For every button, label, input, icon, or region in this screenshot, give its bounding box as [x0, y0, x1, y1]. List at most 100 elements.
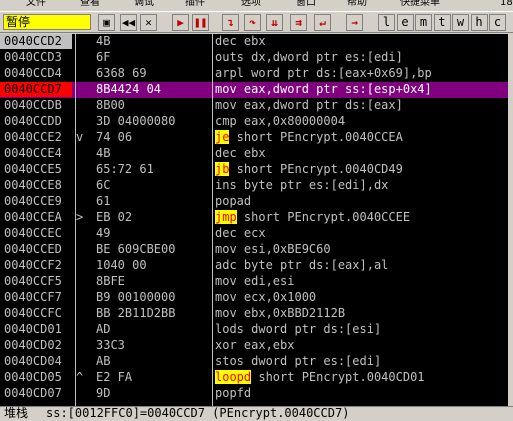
disasm-row[interactable]: 0040CCD3 6F outs dx,dword ptr es:[edi] — [0, 50, 513, 66]
row-hex-bytes[interactable]: 33C3 — [96, 338, 125, 353]
row-disassembly[interactable]: outs dx,dword ptr es:[edi] — [215, 50, 403, 65]
row-hex-bytes[interactable]: 4B — [96, 146, 110, 161]
row-hex-bytes[interactable]: 4B — [96, 34, 110, 49]
disasm-row[interactable]: 0040CCEC 49 dec ecx — [0, 226, 513, 242]
row-hex-bytes[interactable]: EB 02 — [96, 210, 132, 225]
trace-into-icon[interactable]: ⇊ — [266, 14, 283, 31]
window-button-c[interactable]: c — [489, 14, 506, 31]
row-disassembly[interactable]: lods dword ptr ds:[esi] — [215, 322, 381, 337]
row-hex-bytes[interactable]: B9 00100000 — [96, 290, 175, 305]
disasm-row[interactable]: 0040CCDD 3D 04000080 cmp eax,0x80000004 — [0, 114, 513, 130]
row-address[interactable]: 0040CD04 — [4, 354, 74, 369]
menu-item-6[interactable]: 帮助 — [347, 0, 367, 8]
disasm-row[interactable]: 0040CCD7 8B4424 04 mov eax,dword ptr ss:[e… — [0, 82, 513, 98]
row-address[interactable]: 0040CCFC — [4, 306, 74, 321]
window-button-e[interactable]: e — [396, 14, 414, 31]
row-address[interactable]: 0040CD01 — [4, 322, 74, 337]
row-disassembly[interactable]: mov ecx,0x1000 — [215, 290, 316, 305]
disasm-row[interactable]: 0040CD05 ^ E2 FA loopd short PEncrypt.0040C… — [0, 370, 513, 386]
row-hex-bytes[interactable]: 74 06 — [96, 130, 132, 145]
row-disassembly[interactable]: dec ebx — [215, 146, 266, 161]
row-address[interactable]: 0040CCF2 — [4, 258, 74, 273]
disasm-row[interactable]: 0040CCE9 61 popad — [0, 194, 513, 210]
row-disassembly[interactable]: popfd — [215, 386, 251, 401]
vertical-scrollbar[interactable] — [508, 34, 513, 406]
row-disassembly[interactable]: mov edi,esi — [215, 274, 294, 289]
row-address[interactable]: 0040CCD4 — [4, 66, 74, 81]
row-address[interactable]: 0040CCD3 — [4, 50, 74, 65]
row-address[interactable]: 0040CCDB — [4, 98, 74, 113]
row-disassembly[interactable]: ins byte ptr es:[edi],dx — [215, 178, 388, 193]
row-disassembly[interactable]: mov eax,dword ptr ss:[esp+0x4] — [215, 82, 432, 97]
row-disassembly[interactable]: popad — [215, 194, 251, 209]
menu-item-7[interactable]: 快捷菜单 — [400, 0, 440, 8]
menu-item-0[interactable]: 文件 — [26, 0, 46, 8]
disasm-row[interactable]: 0040CCE5 65:72 61 jb short PEncrypt.0040CD… — [0, 162, 513, 178]
window-button-l[interactable]: l — [378, 14, 395, 31]
row-hex-bytes[interactable]: 9D — [96, 386, 110, 401]
row-hex-bytes[interactable]: 49 — [96, 226, 110, 241]
open-icon[interactable]: ▣ — [98, 14, 115, 31]
row-address[interactable]: 0040CCEC — [4, 226, 74, 241]
row-hex-bytes[interactable]: 61 — [96, 194, 110, 209]
row-disassembly[interactable]: dec ecx — [215, 226, 266, 241]
row-disassembly[interactable]: je short PEncrypt.0040CCEA — [215, 130, 403, 145]
row-address[interactable]: 0040CCE4 — [4, 146, 74, 161]
disassembly-pane[interactable]: 0040CCD2 4B dec ebx 0040CCD3 6F outs dx,dword… — [0, 34, 513, 406]
step-over-icon[interactable]: ↷ — [244, 14, 261, 31]
disasm-row[interactable]: 0040CCED BE 609CBE00 mov esi,0xBE9C60 — [0, 242, 513, 258]
row-hex-bytes[interactable]: BB 2B11D2BB — [96, 306, 175, 321]
row-hex-bytes[interactable]: BE 609CBE00 — [96, 242, 175, 257]
disasm-row[interactable]: 0040CCFC BB 2B11D2BB mov ebx,0xBBD2112B — [0, 306, 513, 322]
row-disassembly[interactable]: mov ebx,0xBBD2112B — [215, 306, 345, 321]
row-address[interactable]: 0040CCE2 — [4, 130, 74, 145]
menu-item-1[interactable]: 查看 — [80, 0, 100, 8]
trace-over-icon[interactable]: ⇉ — [290, 14, 307, 31]
row-hex-bytes[interactable]: 6F — [96, 50, 110, 65]
row-hex-bytes[interactable]: 8B00 — [96, 98, 125, 113]
disasm-row[interactable]: 0040CCF7 B9 00100000 mov ecx,0x1000 — [0, 290, 513, 306]
goto-icon[interactable]: → — [346, 14, 363, 31]
row-address[interactable]: 0040CD02 — [4, 338, 74, 353]
row-address[interactable]: 0040CCDD — [4, 114, 74, 129]
row-disassembly[interactable]: jb short PEncrypt.0040CD49 — [215, 162, 403, 177]
row-disassembly[interactable]: dec ebx — [215, 34, 266, 49]
execute-till-return-icon[interactable]: ↵ — [314, 14, 331, 31]
disasm-row[interactable]: 0040CD02 33C3 xor eax,ebx — [0, 338, 513, 354]
row-disassembly[interactable]: cmp eax,0x80000004 — [215, 114, 345, 129]
window-button-w[interactable]: w — [452, 14, 469, 31]
window-button-h[interactable]: h — [470, 14, 488, 31]
window-button-t[interactable]: t — [433, 14, 451, 31]
row-disassembly[interactable]: xor eax,ebx — [215, 338, 294, 353]
row-address[interactable]: 0040CCF7 — [4, 290, 74, 305]
pause-icon[interactable]: ❚❚ — [192, 14, 209, 31]
row-disassembly[interactable]: loopd short PEncrypt.0040CD01 — [215, 370, 425, 385]
disasm-row[interactable]: 0040CD04 AB stos dword ptr es:[edi] — [0, 354, 513, 370]
row-hex-bytes[interactable]: 6C — [96, 178, 110, 193]
row-address[interactable]: 0040CD05 — [4, 370, 74, 385]
row-address[interactable]: 0040CCE9 — [4, 194, 74, 209]
row-hex-bytes[interactable]: 65:72 61 — [96, 162, 154, 177]
row-hex-bytes[interactable]: AB — [96, 354, 110, 369]
column-divider-address[interactable] — [75, 34, 76, 406]
row-address[interactable]: 0040CCD2 — [0, 34, 72, 49]
disasm-row[interactable]: 0040CCE4 4B dec ebx — [0, 146, 513, 162]
disasm-row[interactable]: 0040CD07 9D popfd — [0, 386, 513, 402]
disasm-row[interactable]: 0040CCE2 v 74 06 je short PEncrypt.0040CCEA — [0, 130, 513, 146]
row-address[interactable]: 0040CCE8 — [4, 178, 74, 193]
menu-item-3[interactable]: 插件 — [185, 0, 205, 8]
row-address[interactable]: 0040CCEA — [4, 210, 74, 225]
row-disassembly[interactable]: adc byte ptr ds:[eax],al — [215, 258, 388, 273]
disasm-row[interactable]: 0040CCD4 6368 69 arpl word ptr ds:[eax+0x6… — [0, 66, 513, 82]
row-address[interactable]: 0040CCE5 — [4, 162, 74, 177]
row-hex-bytes[interactable]: E2 FA — [96, 370, 132, 385]
row-hex-bytes[interactable]: 8B4424 04 — [96, 82, 161, 97]
menu-item-2[interactable]: 调试 — [134, 0, 154, 8]
disasm-row[interactable]: 0040CD01 AD lods dword ptr ds:[esi] — [0, 322, 513, 338]
row-address[interactable]: 0040CCF5 — [4, 274, 74, 289]
row-hex-bytes[interactable]: AD — [96, 322, 110, 337]
run-icon[interactable]: ▶ — [172, 14, 189, 31]
close-icon[interactable]: ✕ — [140, 14, 157, 31]
step-into-icon[interactable]: ↴ — [222, 14, 239, 31]
row-disassembly[interactable]: jmp short PEncrypt.0040CCEE — [215, 210, 410, 225]
